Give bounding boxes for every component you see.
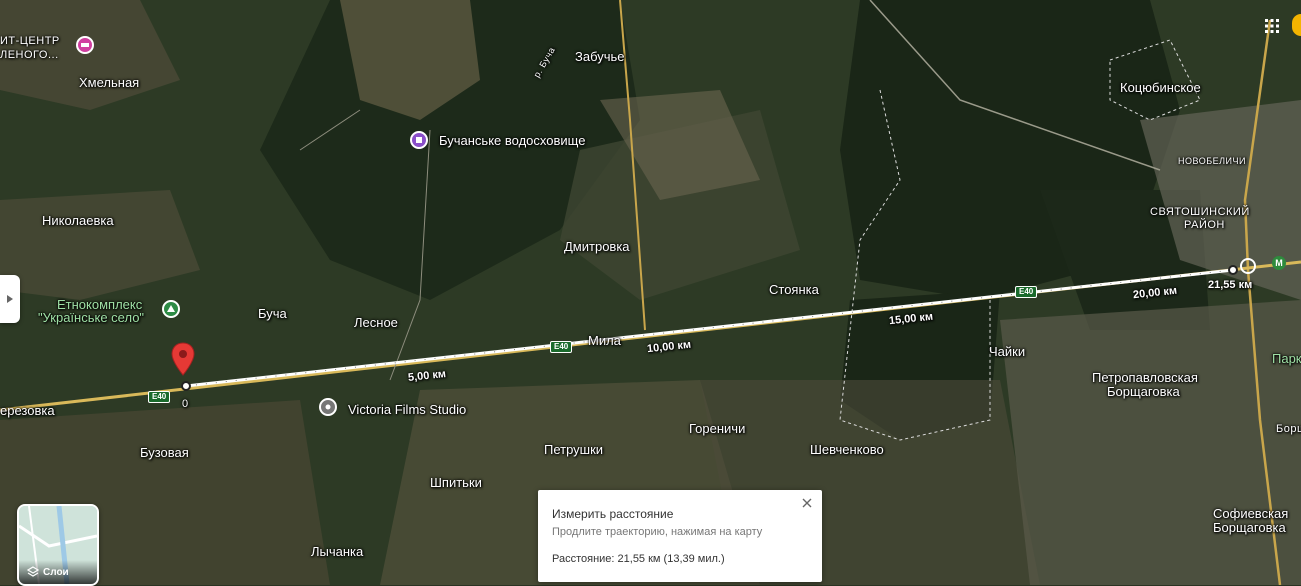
place-label: Забучье [575,49,625,64]
measure-start-node[interactable] [181,381,191,391]
place-label: Гореничи [689,421,746,436]
district-label: РАЙОН [1184,219,1225,231]
chevron-right-icon [7,295,13,303]
layers-icon [27,566,39,577]
place-label: Шевченково [810,442,884,457]
layers-button[interactable]: Слои [17,504,99,586]
side-panel-toggle[interactable] [0,275,20,323]
district-label: СВЯТОШИНСКИЙ [1150,206,1250,218]
museum-icon[interactable] [410,131,428,149]
hotel-icon[interactable] [76,36,94,54]
card-hint: Продлите траекторию, нажимая на карту [552,526,763,538]
avatar[interactable] [1292,14,1301,36]
location-pin-icon[interactable] [170,342,196,376]
place-label: Борщаговка [1107,384,1180,399]
place-label: Шпитьки [430,475,482,490]
place-label: Петропавловская [1092,370,1198,385]
place-label: Петрушки [544,442,604,457]
distance-label: 0 [182,398,189,410]
card-distance: Расстояние: 21,55 км (13,39 мил.) [552,553,725,565]
measure-end-node[interactable] [1228,265,1238,275]
roundabout-icon [1240,258,1256,274]
place-label: ИТ-ЦЕНТР [0,35,60,47]
grid-icon[interactable] [1264,18,1280,34]
place-label: Николаевка [42,213,114,228]
place-label: Борщ [1276,423,1301,435]
place-label: "Українське село" [38,310,145,325]
place-label: Бузовая [140,445,189,460]
place-label: Дмитровка [564,239,630,254]
place-label: Бучанське водосховище [439,133,586,148]
place-label: ЛЕНОГО... [0,49,59,61]
place-label: Лесное [354,315,398,330]
place-label: Мила [588,333,621,348]
place-label: НОВОБЕЛИЧИ [1178,156,1246,166]
distance-label: 21,55 км [1208,279,1253,291]
place-label: Софиевская [1213,506,1289,521]
road-shield: E40 [1015,286,1038,298]
road-shield: E40 [550,341,573,353]
location-icon[interactable] [319,398,337,416]
close-icon [802,498,812,508]
place-label: Хмельная [79,75,140,90]
layers-label: Слои [43,566,69,578]
place-label: Чайки [989,344,1026,359]
metro-icon: M [1272,256,1286,270]
place-label: Стоянка [769,282,819,297]
close-button[interactable] [798,494,816,512]
place-label: Коцюбинское [1120,80,1201,95]
road-shield: E40 [148,391,171,403]
place-label: ерезовка [0,403,55,418]
tree-icon[interactable] [162,300,180,318]
place-label: Лычанка [311,544,364,559]
place-label: Victoria Films Studio [348,402,467,417]
measure-distance-card: Измерить расстояние Продлите траекторию,… [538,490,822,582]
card-title: Измерить расстояние [552,507,674,521]
place-label: Буча [258,306,287,321]
place-label: Парк [1272,351,1301,366]
place-label: Борщаговка [1213,520,1286,535]
